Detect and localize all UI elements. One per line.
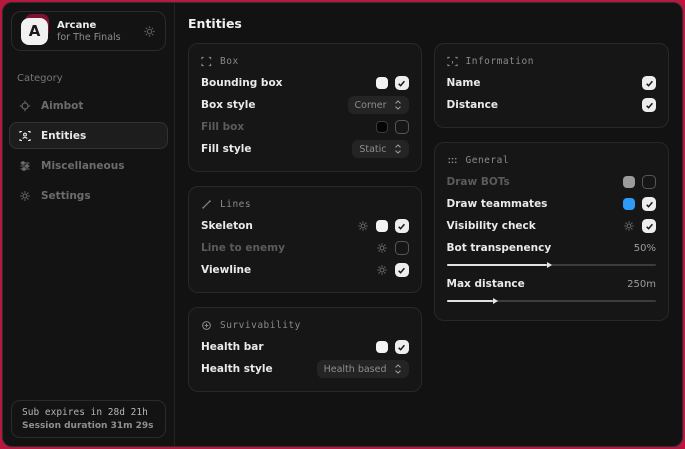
sub-expiry-text: Sub expires in 28d 21h <box>22 407 155 418</box>
setting-row-health-bar: Health bar <box>201 336 409 358</box>
distance-checkbox[interactable] <box>642 98 656 112</box>
max-distance-value: 250m <box>627 279 656 290</box>
subscription-status-card: Sub expires in 28d 21h Session duration … <box>11 400 166 438</box>
setting-row-viewline: Viewline <box>201 259 409 281</box>
app-name: Arcane <box>57 20 121 31</box>
color-swatch[interactable] <box>623 198 635 210</box>
color-swatch[interactable] <box>376 341 388 353</box>
name-checkbox[interactable] <box>642 76 656 90</box>
grid-icon <box>447 155 458 166</box>
app-logo: A <box>21 18 48 45</box>
sidebar-item-miscellaneous[interactable]: Miscellaneous <box>9 152 168 179</box>
sidebar-item-label: Miscellaneous <box>41 160 124 172</box>
info-icon <box>447 56 458 67</box>
fill-style-dropdown[interactable]: Static <box>352 140 408 158</box>
entities-icon <box>19 130 31 142</box>
panel-title: Survivability <box>220 320 301 331</box>
app-window: A Arcane for The Finals Category Aimbot <box>2 2 683 447</box>
panel-lines: Lines Skeleton Line to enemy <box>188 186 422 293</box>
slider-fill[interactable] <box>447 264 548 266</box>
health-icon <box>201 320 212 331</box>
brand-card: A Arcane for The Finals <box>11 11 166 51</box>
sidebar-item-label: Entities <box>41 130 86 142</box>
draw-teammates-checkbox[interactable] <box>642 197 656 211</box>
slider-fill[interactable] <box>447 300 493 302</box>
panel-title: Box <box>220 56 239 67</box>
app-subtitle: for The Finals <box>57 32 121 43</box>
color-swatch[interactable] <box>376 220 388 232</box>
panel-information: Information Name Distance <box>434 43 669 128</box>
visibility-check-checkbox[interactable] <box>642 219 656 233</box>
gear-icon <box>19 190 31 202</box>
category-label: Category <box>17 73 160 84</box>
unfold-icon <box>394 364 402 374</box>
sidebar-item-settings[interactable]: Settings <box>9 182 168 209</box>
main-content: Entities Box Bounding box <box>175 3 682 446</box>
setting-row-draw-bots: Draw BOTs <box>447 171 656 193</box>
sidebar-item-aimbot[interactable]: Aimbot <box>9 92 168 119</box>
color-swatch[interactable] <box>376 77 388 89</box>
setting-row-fill-box: Fill box <box>201 116 409 138</box>
refresh-gear-icon[interactable] <box>143 25 156 38</box>
sidebar: A Arcane for The Finals Category Aimbot <box>3 3 175 446</box>
crosshair-icon <box>19 100 31 112</box>
unfold-icon <box>394 100 402 110</box>
unfold-icon <box>394 144 402 154</box>
sidebar-nav: Aimbot Entities Miscellaneous Settings <box>3 92 174 209</box>
panel-general: General Draw BOTs Draw teammates <box>434 142 669 321</box>
panel-title: Lines <box>220 199 251 210</box>
color-swatch[interactable] <box>376 121 388 133</box>
sidebar-item-label: Aimbot <box>41 100 83 112</box>
panel-survivability: Survivability Health bar Health style <box>188 307 422 392</box>
skeleton-gear-icon[interactable] <box>357 220 369 232</box>
setting-row-bounding-box: Bounding box <box>201 72 409 94</box>
line-icon <box>201 199 212 210</box>
panel-title: General <box>466 155 510 166</box>
setting-row-skeleton: Skeleton <box>201 215 409 237</box>
sliders-icon <box>19 160 31 172</box>
setting-row-bot-transparency: Bot transpenency 50% <box>447 237 656 259</box>
brand-text: Arcane for The Finals <box>57 20 121 43</box>
setting-row-max-distance: Max distance 250m <box>447 273 656 295</box>
corners-icon <box>201 56 212 67</box>
fill-box-checkbox[interactable] <box>395 120 409 134</box>
page-title: Entities <box>188 16 669 31</box>
health-style-dropdown[interactable]: Health based <box>317 360 409 378</box>
panel-box: Box Bounding box Box style Corne <box>188 43 422 172</box>
line-to-enemy-gear-icon[interactable] <box>376 242 388 254</box>
session-duration-text: Session duration 31m 29s <box>22 421 155 431</box>
line-to-enemy-checkbox[interactable] <box>395 241 409 255</box>
box-style-dropdown[interactable]: Corner <box>348 96 409 114</box>
skeleton-checkbox[interactable] <box>395 219 409 233</box>
setting-row-draw-teammates: Draw teammates <box>447 193 656 215</box>
setting-row-health-style: Health style Health based <box>201 358 409 380</box>
bot-transparency-slider[interactable] <box>447 264 656 266</box>
sidebar-item-entities[interactable]: Entities <box>9 122 168 149</box>
sidebar-item-label: Settings <box>41 190 91 202</box>
color-swatch[interactable] <box>623 176 635 188</box>
panel-title: Information <box>466 56 534 67</box>
visibility-gear-icon[interactable] <box>623 220 635 232</box>
viewline-gear-icon[interactable] <box>376 264 388 276</box>
setting-row-box-style: Box style Corner <box>201 94 409 116</box>
max-distance-slider[interactable] <box>447 300 656 302</box>
setting-row-line-to-enemy: Line to enemy <box>201 237 409 259</box>
viewline-checkbox[interactable] <box>395 263 409 277</box>
setting-row-fill-style: Fill style Static <box>201 138 409 160</box>
logo-letter: A <box>21 18 48 45</box>
bot-transparency-value: 50% <box>634 243 656 254</box>
setting-row-visibility-check: Visibility check <box>447 215 656 237</box>
setting-row-name: Name <box>447 72 656 94</box>
health-bar-checkbox[interactable] <box>395 340 409 354</box>
draw-bots-checkbox[interactable] <box>642 175 656 189</box>
setting-row-distance: Distance <box>447 94 656 116</box>
bounding-box-checkbox[interactable] <box>395 76 409 90</box>
